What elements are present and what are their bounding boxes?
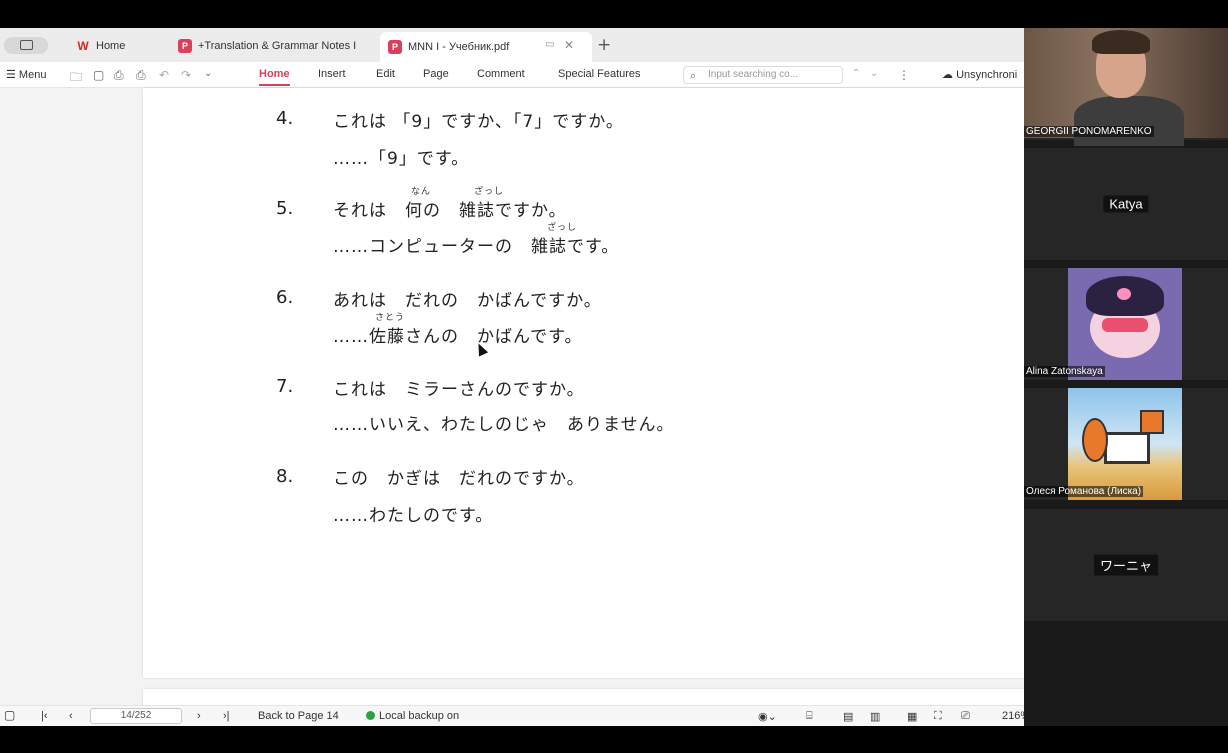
- back-to-page-link[interactable]: Back to Page 14: [258, 710, 339, 722]
- backup-ok-icon: [366, 711, 375, 720]
- continuous-icon[interactable]: ▦: [907, 710, 917, 723]
- toolbar: ☰ Menu 🗀 ▢ ⎙ ⎙ ↶ ↷ ⌄ Home Insert Edit Pa…: [0, 62, 1024, 88]
- sync-status[interactable]: ☁ Unsynchroni: [942, 68, 1017, 81]
- active-tab-underline: [259, 84, 290, 86]
- ribbon-tab-edit[interactable]: Edit: [376, 68, 395, 80]
- page-indicator: 14/252: [120, 710, 152, 721]
- single-page-icon[interactable]: ▤: [843, 710, 853, 723]
- next-page-icon[interactable]: ›: [197, 710, 201, 722]
- question-text: あれは だれの かばんですか。: [333, 291, 602, 311]
- eye-view-icon[interactable]: ◉⌄: [758, 710, 777, 723]
- first-page-icon[interactable]: |‹: [41, 710, 48, 722]
- two-page-icon[interactable]: ▥: [870, 710, 880, 723]
- tab-label: MNN I - Учебник.pdf: [408, 41, 510, 53]
- participant-tile[interactable]: Олеся Романова (Лиска): [1024, 388, 1228, 500]
- participant-name: ワーニャ: [1093, 554, 1159, 576]
- video-panel: GEORGII PONOMARENKO Katya Alina Zatonska…: [1024, 28, 1228, 726]
- print-icon[interactable]: ⎙: [114, 68, 124, 83]
- answer-text: ……コンピューターの 雑誌です。: [333, 237, 620, 257]
- redo-icon[interactable]: ↷: [181, 68, 191, 82]
- participant-tile[interactable]: Katya: [1024, 148, 1228, 260]
- more-options-icon[interactable]: ⋮: [898, 68, 910, 82]
- search-prev-icon[interactable]: ⌃: [852, 68, 860, 79]
- tab-label: +Translation & Grammar Notes I: [198, 40, 357, 52]
- question-text: これは ミラーさんのですか。: [333, 380, 585, 400]
- participant-name: GEORGII PONOMARENKO: [1024, 126, 1154, 137]
- question-text: この かぎは だれのですか。: [333, 469, 585, 489]
- answer-text: ……「9」です。: [333, 149, 470, 169]
- wps-logo-icon: W: [77, 39, 89, 53]
- search-placeholder: Input searching co...: [708, 69, 799, 80]
- answer-text: ……佐藤さんの かばんです。: [333, 327, 583, 347]
- person-hair: [1092, 30, 1150, 54]
- window-frame: W Home P +Translation & Grammar Notes I …: [0, 0, 1228, 753]
- ribbon-tab-comment[interactable]: Comment: [477, 68, 525, 80]
- person-body: [1074, 96, 1184, 146]
- document-area[interactable]: 4. これは 「9」ですか、「7」ですか。 ……「9」です。 なん ざっし 5.…: [0, 88, 1024, 709]
- avatar: [1068, 268, 1182, 380]
- fox-tail: [1082, 418, 1108, 462]
- item-number: 6.: [276, 287, 294, 308]
- participant-tile[interactable]: GEORGII PONOMARENKO: [1024, 28, 1228, 146]
- participant-name: Katya: [1103, 195, 1149, 213]
- ribbon-tab-special-features[interactable]: Special Features: [558, 68, 641, 80]
- backup-label: Local backup on: [379, 710, 460, 722]
- open-folder-icon[interactable]: 🗀: [70, 68, 82, 89]
- search-next-icon[interactable]: ⌄: [870, 68, 878, 79]
- close-tab-icon[interactable]: ✕: [564, 38, 574, 52]
- fullscreen-fit-icon[interactable]: ⛶: [934, 710, 942, 723]
- participant-name: Олеся Романова (Лиска): [1024, 486, 1144, 497]
- question-text: それは 何の 雑誌ですか。: [333, 201, 567, 221]
- tab-home[interactable]: W Home: [76, 34, 171, 58]
- tab-mnn-textbook[interactable]: P MNN I - Учебник.pdf ▭ ✕: [380, 32, 592, 62]
- pdf-icon: P: [388, 40, 402, 54]
- print-preview-icon[interactable]: ⎙: [136, 68, 146, 83]
- screenshot-icon[interactable]: ⎚: [961, 710, 970, 723]
- sync-label: Unsynchroni: [956, 69, 1018, 81]
- last-page-icon[interactable]: ›|: [223, 710, 230, 722]
- participant-tile[interactable]: ワーニャ: [1024, 509, 1228, 621]
- menu-label: Menu: [18, 69, 47, 81]
- participant-name: Alina Zatonskaya: [1024, 366, 1105, 377]
- pdf-page: 4. これは 「9」ですか、「7」ですか。 ……「9」です。 なん ざっし 5.…: [143, 88, 1024, 678]
- answer-text: ……わたしのです。: [333, 506, 494, 526]
- participant-tile[interactable]: Alina Zatonskaya: [1024, 268, 1228, 380]
- item-number: 5.: [276, 198, 294, 219]
- fox-head: [1140, 410, 1164, 434]
- item-number: 4.: [276, 108, 294, 129]
- screen: W Home P +Translation & Grammar Notes I …: [0, 28, 1228, 726]
- tab-bar: W Home P +Translation & Grammar Notes I …: [0, 28, 1024, 62]
- tab-label: Home: [96, 40, 126, 52]
- sidebar-toggle-button[interactable]: [4, 37, 48, 54]
- window-icon: [20, 40, 33, 50]
- ribbon-tab-home[interactable]: Home: [259, 68, 290, 80]
- search-icon: ⌕: [690, 70, 697, 82]
- chevron-down-icon[interactable]: ⌄: [204, 68, 212, 79]
- ribbon-tab-page[interactable]: Page: [423, 68, 449, 80]
- prev-page-icon[interactable]: ‹: [69, 710, 73, 722]
- page-number-input[interactable]: 14/252: [90, 708, 182, 724]
- menu-button[interactable]: ☰ Menu: [6, 68, 46, 81]
- avatar-eyes: [1102, 318, 1148, 332]
- skull-icon: [1117, 288, 1131, 300]
- fit-width-icon[interactable]: ⌸: [806, 710, 813, 723]
- fox-body: [1104, 432, 1150, 464]
- backup-status[interactable]: Local backup on: [366, 710, 459, 722]
- pdf-icon: P: [178, 39, 192, 53]
- avatar: [1068, 388, 1182, 500]
- undo-icon[interactable]: ↶: [159, 68, 169, 82]
- new-tab-icon[interactable]: +: [597, 35, 611, 55]
- answer-text: ……いいえ、わたしのじゃ ありません。: [333, 415, 675, 435]
- ribbon-tab-insert[interactable]: Insert: [318, 68, 346, 80]
- camera-feed: [1024, 28, 1228, 146]
- item-number: 7.: [276, 376, 294, 397]
- item-number: 8.: [276, 466, 294, 487]
- sidebar-panel-icon[interactable]: ▢: [4, 708, 15, 722]
- search-input[interactable]: ⌕ Input searching co...: [683, 66, 843, 84]
- tab-translation-notes[interactable]: P +Translation & Grammar Notes I: [178, 34, 373, 58]
- pin-icon[interactable]: ▭: [545, 39, 554, 50]
- save-icon[interactable]: ▢: [93, 68, 104, 82]
- question-text: これは 「9」ですか、「7」ですか。: [333, 112, 624, 132]
